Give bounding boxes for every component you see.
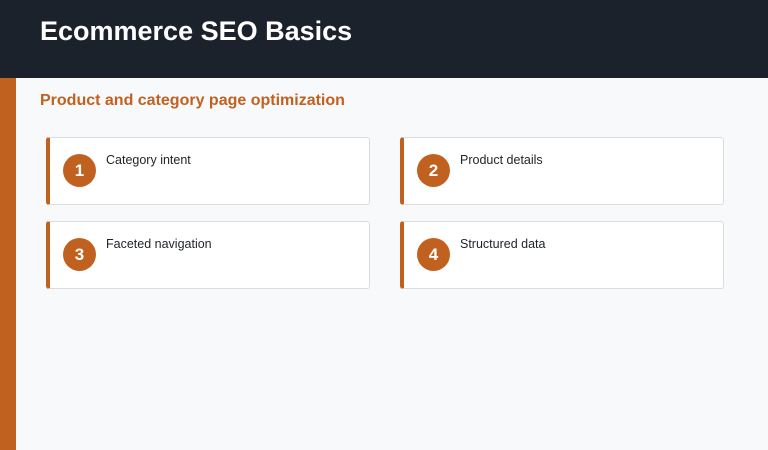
number-badge: 2 xyxy=(417,154,450,187)
card-label: Category intent xyxy=(106,153,191,167)
topic-card-category-intent: 1 Category intent xyxy=(46,137,370,205)
topic-card-structured-data: 4 Structured data xyxy=(400,221,724,289)
page-title: Ecommerce SEO Basics xyxy=(40,16,353,46)
topic-card-product-details: 2 Product details xyxy=(400,137,724,205)
number-badge: 1 xyxy=(63,154,96,187)
number-badge: 4 xyxy=(417,238,450,271)
section-heading: Product and category page optimization xyxy=(40,92,345,109)
number-badge: 3 xyxy=(63,238,96,271)
card-label: Product details xyxy=(460,153,543,167)
side-accent-bar xyxy=(0,78,16,450)
topic-card-faceted-navigation: 3 Faceted navigation xyxy=(46,221,370,289)
header-bar: Ecommerce SEO Basics xyxy=(0,0,768,78)
card-label: Structured data xyxy=(460,237,546,251)
card-label: Faceted navigation xyxy=(106,237,212,251)
